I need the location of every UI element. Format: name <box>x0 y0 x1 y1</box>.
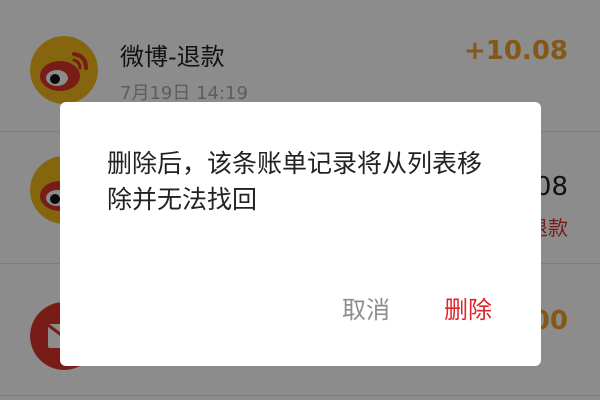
dialog-message: 删除后，该条账单记录将从列表移除并无法找回 <box>107 149 483 214</box>
cancel-button[interactable]: 取消 <box>342 290 390 325</box>
delete-confirm-dialog: 删除后，该条账单记录将从列表移除并无法找回 取消 删除 <box>60 102 541 366</box>
delete-button[interactable]: 删除 <box>444 290 492 325</box>
